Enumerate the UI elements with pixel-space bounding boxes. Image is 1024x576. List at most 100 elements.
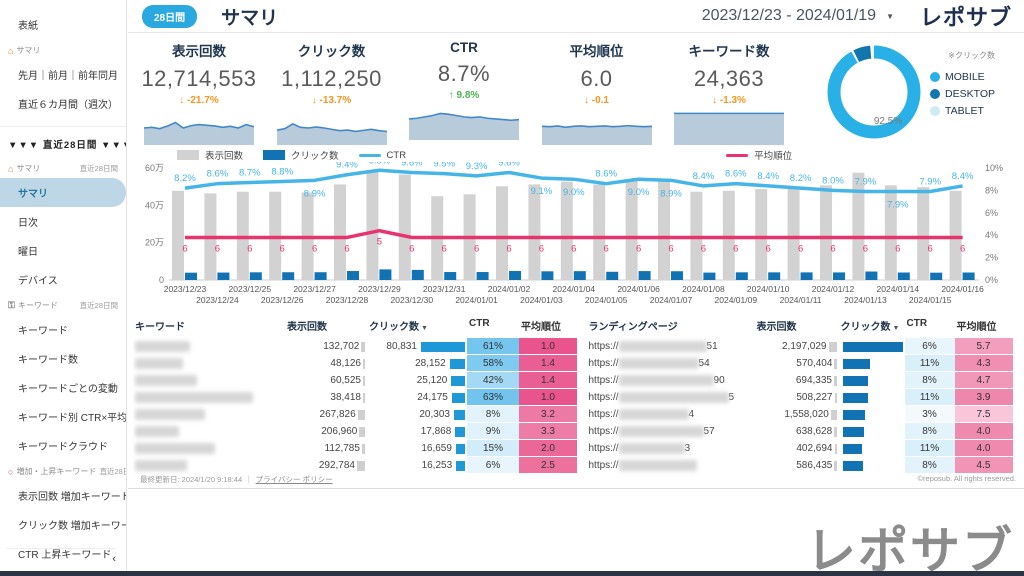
kpi-value: 1,112,250 bbox=[273, 66, 391, 92]
ctr-point-label: 8.4% bbox=[693, 171, 715, 182]
keyword-cell bbox=[133, 338, 285, 355]
clicks-value: 16,659 bbox=[421, 443, 452, 454]
kpi-delta: ↓ -1.3% bbox=[670, 95, 788, 106]
column-header-0[interactable]: ランディングページ bbox=[587, 314, 755, 338]
bottom-bar bbox=[0, 571, 1024, 576]
blurred-keyword bbox=[135, 375, 197, 386]
main-chart-section: 表示回数クリック数CTR平均順位 020万40万60万0%2%4%6%8%10%… bbox=[133, 148, 1021, 317]
sidebar-item-0[interactable]: 表紙 bbox=[0, 10, 126, 39]
ctr-point-label: 8.6% bbox=[207, 169, 229, 180]
sidebar-item-18[interactable]: クリック数 増加キーワード bbox=[0, 510, 126, 539]
y-axis-right-tick: 2% bbox=[985, 253, 998, 263]
x-axis-label: 2024/01/13 bbox=[844, 295, 887, 305]
column-header-4[interactable]: 平均順位 bbox=[955, 314, 1013, 338]
column-header-0[interactable]: キーワード bbox=[133, 314, 285, 338]
impressions-value: 292,784 bbox=[319, 460, 355, 471]
landing-url-cell[interactable]: https:// bbox=[587, 457, 755, 474]
ctr-point-label: 8.6% bbox=[595, 169, 617, 180]
impressions-cell: 206,960 bbox=[285, 423, 367, 440]
date-range-selector[interactable]: 2023/12/23 - 2024/01/19 ▼ bbox=[702, 7, 894, 25]
x-axis-label: 2024/01/02 bbox=[488, 284, 531, 294]
sidebar-item-13[interactable]: キーワードごとの変動 bbox=[0, 373, 126, 402]
ctr-cell: 61% bbox=[467, 338, 519, 355]
rank-point-label: 6 bbox=[604, 243, 609, 254]
sidebar-item-7[interactable]: 日次 bbox=[0, 207, 126, 236]
landing-url-cell[interactable]: https://54 bbox=[587, 355, 755, 372]
keyword-cell bbox=[133, 372, 285, 389]
column-header-1[interactable]: 表示回数 bbox=[285, 314, 367, 338]
clicks-value: 17,868 bbox=[421, 426, 452, 437]
blurred-keyword bbox=[135, 341, 190, 352]
impressions-mini-bar bbox=[363, 359, 365, 369]
chart-legend-label: 平均順位 bbox=[754, 148, 792, 162]
clicks-data-bar bbox=[452, 393, 465, 403]
dashboard-page: 表紙⌂サマリ先月｜前月｜前年同月直近６カ月間（週次）▼▼▼ 直近28日間 ▼▼▼… bbox=[0, 0, 1024, 576]
url-prefix: https:// bbox=[589, 392, 619, 403]
landing-url-cell[interactable]: https://51 bbox=[587, 338, 755, 355]
clicks-data-bar bbox=[456, 461, 465, 471]
keyword-cell bbox=[133, 389, 285, 406]
url-suffix: 54 bbox=[699, 358, 710, 369]
privacy-policy-link[interactable]: プライバシー ポリシー bbox=[256, 474, 333, 485]
landing-url-cell[interactable]: https://4 bbox=[587, 406, 755, 423]
ctr-point-label: 9.8% bbox=[369, 162, 391, 166]
impressions-bar bbox=[496, 186, 508, 280]
legend-swatch bbox=[177, 150, 199, 160]
column-header-4[interactable]: 平均順位 bbox=[519, 314, 577, 338]
rank-point-label: 6 bbox=[442, 243, 447, 254]
sidebar-item-17[interactable]: 表示回数 増加キーワード bbox=[0, 481, 126, 510]
x-axis-label: 2024/01/16 bbox=[941, 284, 984, 294]
rank-point-label: 6 bbox=[312, 243, 317, 254]
clicks-cell: 28,152 bbox=[367, 355, 467, 372]
sidebar-item-3[interactable]: 直近６カ月間（週次） bbox=[0, 89, 126, 118]
sidebar-item-14[interactable]: キーワード別 CTR×平均... bbox=[0, 402, 126, 431]
sidebar-item-6[interactable]: サマリ bbox=[0, 178, 126, 207]
ctr-point-label: 8.7% bbox=[239, 168, 261, 179]
impressions-mini-bar bbox=[357, 461, 365, 471]
x-axis-label: 2024/01/01 bbox=[455, 295, 498, 305]
x-axis-label: 2023/12/30 bbox=[391, 295, 434, 305]
sidebar-item-8[interactable]: 曜日 bbox=[0, 236, 126, 265]
y-axis-right-tick: 6% bbox=[985, 208, 998, 218]
landing-url-cell[interactable]: https://5 bbox=[587, 389, 755, 406]
landing-url-cell[interactable]: https://90 bbox=[587, 372, 755, 389]
sidebar-item-15[interactable]: キーワードクラウド bbox=[0, 431, 126, 460]
url-suffix: 4 bbox=[689, 409, 695, 420]
impressions-bar bbox=[723, 191, 735, 280]
blurred-url bbox=[619, 392, 729, 403]
rank-point-label: 6 bbox=[733, 243, 738, 254]
clicks-data-bar bbox=[843, 427, 864, 437]
clicks-data-bar bbox=[843, 393, 869, 403]
x-axis-label: 2023/12/27 bbox=[293, 284, 336, 294]
column-header-2[interactable]: クリック数▼ bbox=[839, 314, 905, 338]
home-icon: ⌂ bbox=[8, 46, 13, 56]
rank-point-label: 6 bbox=[539, 243, 544, 254]
impressions-value: 570,404 bbox=[796, 358, 832, 369]
rank-point-label: 6 bbox=[766, 243, 771, 254]
rank-point-label: 6 bbox=[668, 243, 673, 254]
rank-cell: 4.5 bbox=[955, 457, 1013, 474]
landing-url-cell[interactable]: https://57 bbox=[587, 423, 755, 440]
ctr-point-label: 8.9% bbox=[304, 188, 326, 199]
clicks-cell: 25,120 bbox=[367, 372, 467, 389]
sidebar-item-2[interactable]: 先月｜前月｜前年同月 bbox=[0, 60, 126, 89]
url-suffix: 3 bbox=[685, 443, 691, 454]
impressions-mini-bar bbox=[834, 376, 837, 386]
sidebar-collapse-button[interactable]: ‹ bbox=[6, 548, 116, 565]
impressions-mini-bar bbox=[834, 359, 836, 369]
legend-label: TABLET bbox=[945, 105, 984, 117]
landing-url-cell[interactable]: https://3 bbox=[587, 440, 755, 457]
sidebar-item-11[interactable]: キーワード bbox=[0, 315, 126, 344]
rank-point-label: 6 bbox=[247, 243, 252, 254]
rank-cell: 1.0 bbox=[519, 389, 577, 406]
kpi-row: 表示回数12,714,553↓ -21.7%クリック数1,112,250↓ -1… bbox=[140, 40, 788, 145]
kpi-card-3: 平均順位6.0↓ -0.1 bbox=[538, 40, 656, 145]
column-header-2[interactable]: クリック数▼ bbox=[367, 314, 467, 338]
clicks-bar bbox=[671, 271, 683, 280]
column-header-3[interactable]: CTR bbox=[905, 314, 955, 338]
column-header-3[interactable]: CTR bbox=[467, 314, 519, 338]
sidebar-item-9[interactable]: デバイス bbox=[0, 265, 126, 294]
column-header-1[interactable]: 表示回数 bbox=[755, 314, 839, 338]
url-suffix: 57 bbox=[704, 426, 715, 437]
sidebar-item-12[interactable]: キーワード数 bbox=[0, 344, 126, 373]
